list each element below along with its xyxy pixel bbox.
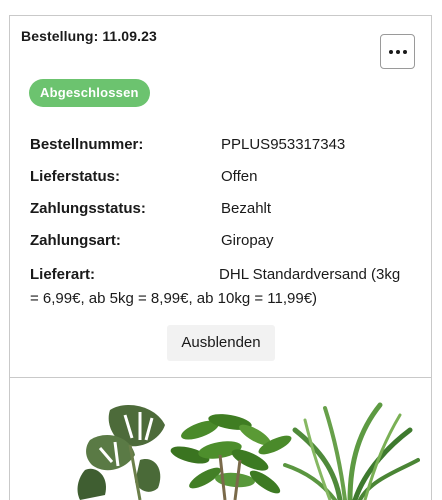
detail-label: Lieferart: bbox=[30, 266, 96, 283]
more-options-button[interactable] bbox=[380, 34, 415, 69]
detail-value: Giropay bbox=[221, 232, 274, 249]
more-horizontal-icon bbox=[388, 49, 393, 54]
detail-row-shipping-method: Lieferart: DHL Standardversand (3kg = 6,9… bbox=[30, 263, 410, 311]
money-tree bbox=[170, 414, 292, 500]
status-badge: Abgeschlossen bbox=[29, 79, 150, 107]
order-page: Bestellung: 11.09.23 Abgeschlossen Beste… bbox=[0, 0, 442, 500]
detail-value: Bezahlt bbox=[221, 200, 272, 217]
order-title: Bestellung: 11.09.23 bbox=[21, 28, 157, 44]
detail-label: Zahlungsstatus: bbox=[30, 200, 146, 217]
order-card bbox=[9, 15, 432, 378]
more-horizontal-icon-dot bbox=[395, 49, 400, 54]
detail-label: Lieferstatus: bbox=[30, 168, 121, 185]
plant-image bbox=[77, 402, 420, 500]
more-horizontal-icon-dot bbox=[402, 49, 407, 54]
hide-button[interactable]: Ausblenden bbox=[167, 325, 275, 361]
detail-label: Bestellnummer: bbox=[30, 136, 144, 153]
detail-value: Offen bbox=[221, 168, 258, 185]
detail-value: PPLUS953317343 bbox=[221, 136, 346, 153]
grass-plant bbox=[283, 402, 420, 500]
detail-label: Zahlungsart: bbox=[30, 232, 121, 249]
monstera-leaves bbox=[77, 405, 165, 500]
